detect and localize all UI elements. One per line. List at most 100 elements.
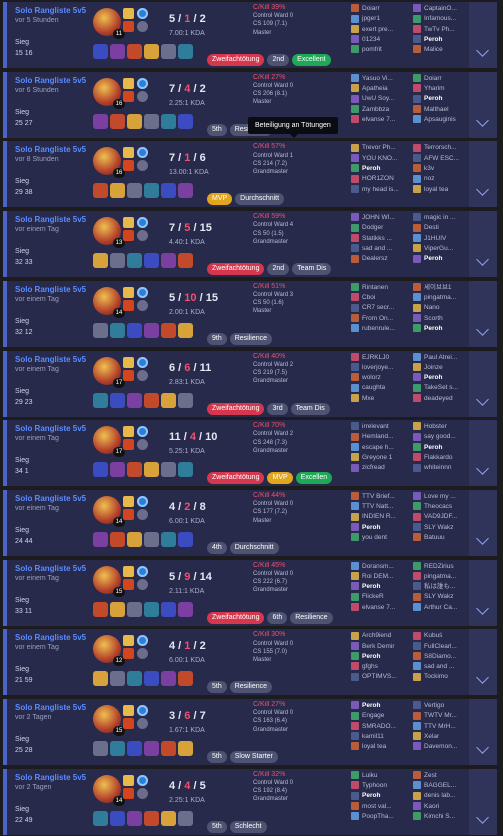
player-entry[interactable]: Doiarr (413, 73, 471, 84)
player-entry[interactable]: caughta (351, 383, 409, 393)
match-card[interactable]: Solo Rangliste 5v5 vor einem Tag Sieg 32 33… (3, 211, 497, 278)
expand-match-button[interactable] (469, 211, 497, 278)
player-entry[interactable]: Malthael (413, 104, 471, 115)
item-slot-icon[interactable] (110, 253, 125, 269)
item-slot-icon[interactable] (110, 601, 125, 617)
item-slot-icon[interactable] (161, 462, 176, 478)
item-slot-icon[interactable] (161, 392, 176, 408)
item-slot-icon[interactable] (144, 322, 159, 338)
player-entry[interactable]: Zest (413, 770, 471, 781)
player-entry[interactable]: pingatma... (413, 572, 471, 582)
match-card[interactable]: Solo Rangliste 5v5 vor einem Tag Sieg 32 12… (3, 280, 497, 347)
player-entry[interactable]: jpger1 (351, 14, 409, 24)
player-entry[interactable]: PoopTha... (351, 812, 409, 822)
player-entry[interactable]: Tockimo (413, 672, 471, 682)
player-entry[interactable]: Dodger (351, 223, 409, 233)
item-slot-icon[interactable] (178, 741, 193, 756)
match-card[interactable]: Solo Rangliste 5v5 vor einem Tag Sieg 29 23… (3, 350, 497, 417)
player-entry[interactable]: Engage (351, 711, 409, 721)
player-entry[interactable]: Paul Atrei... (413, 352, 471, 363)
player-entry[interactable]: Peroh (351, 652, 409, 662)
player-entry[interactable]: AFW ESC... (413, 153, 471, 164)
player-entry[interactable]: TakeSet s... (413, 383, 471, 393)
player-entry[interactable]: Davemon... (413, 742, 471, 752)
item-slot-icon[interactable] (178, 531, 193, 547)
item-slot-icon[interactable] (93, 392, 108, 408)
item-slot-icon[interactable] (93, 810, 108, 826)
player-entry[interactable]: Infamous... (413, 14, 471, 24)
item-slot-icon[interactable] (93, 531, 108, 547)
player-entry[interactable]: escape h... (351, 443, 409, 453)
player-entry[interactable]: BAGGEL... (413, 781, 471, 791)
player-entry[interactable]: Flakkardo (413, 453, 471, 463)
item-slot-icon[interactable] (144, 810, 159, 826)
item-slot-icon[interactable] (110, 810, 125, 826)
item-slot-icon[interactable] (127, 253, 142, 269)
player-entry[interactable]: whiteinnn (413, 463, 471, 473)
expand-match-button[interactable] (469, 350, 497, 417)
player-entry[interactable]: FullClearl... (413, 641, 471, 652)
item-slot-icon[interactable] (161, 44, 176, 59)
player-entry[interactable]: rubenrule... (351, 324, 409, 334)
player-entry[interactable]: Theocacs (413, 502, 471, 512)
item-slot-icon[interactable] (127, 601, 142, 617)
item-slot-icon[interactable] (178, 462, 193, 478)
player-entry[interactable]: Peroh (413, 324, 471, 334)
player-entry[interactable]: Rintanen (351, 283, 409, 293)
item-slot-icon[interactable] (93, 253, 108, 269)
item-slot-icon[interactable] (127, 322, 142, 338)
item-slot-icon[interactable] (127, 462, 142, 478)
player-entry[interactable]: denis lab... (413, 791, 471, 801)
player-entry[interactable]: loverjoye... (351, 363, 409, 373)
player-entry[interactable]: TTV MrH... (413, 721, 471, 732)
player-entry[interactable]: k3v (413, 164, 471, 174)
player-entry[interactable]: sad and ... (413, 662, 471, 672)
player-entry[interactable]: Peroh (351, 523, 409, 533)
player-entry[interactable]: HOR1ZON (351, 174, 409, 184)
item-slot-icon[interactable] (93, 601, 108, 617)
player-entry[interactable]: most val... (351, 801, 409, 812)
item-slot-icon[interactable] (178, 601, 193, 617)
expand-match-button[interactable] (469, 280, 497, 347)
player-entry[interactable]: Mxe (351, 393, 409, 404)
match-card[interactable]: Solo Rangliste 5v5 vor einem Tag Sieg 21 59… (3, 629, 497, 696)
item-slot-icon[interactable] (178, 183, 193, 199)
player-entry[interactable]: From On... (351, 313, 409, 324)
player-entry[interactable]: S8Diamo... (413, 652, 471, 662)
player-entry[interactable]: Yharim (413, 84, 471, 94)
player-entry[interactable]: sad and ... (351, 244, 409, 254)
item-slot-icon[interactable] (93, 741, 108, 756)
item-slot-icon[interactable] (93, 462, 108, 478)
player-entry[interactable]: Terrorsch... (413, 143, 471, 153)
item-slot-icon[interactable] (110, 113, 125, 129)
player-entry[interactable]: Kaori (413, 801, 471, 812)
player-entry[interactable]: Love my ... (413, 492, 471, 502)
item-slot-icon[interactable] (127, 671, 142, 687)
match-card[interactable]: Solo Rangliste 5v5 vor 2 Tagen Sieg 22 49 14… (3, 768, 497, 835)
player-entry[interactable]: Peroh (351, 164, 409, 174)
player-entry[interactable]: elvanse 7... (351, 115, 409, 125)
item-slot-icon[interactable] (161, 810, 176, 826)
item-slot-icon[interactable] (144, 671, 159, 687)
player-entry[interactable]: Desti (413, 223, 471, 233)
item-slot-icon[interactable] (161, 322, 176, 338)
match-card[interactable]: Solo Rangliste 5v5 vor 8 Stunden Sieg 29 38… (3, 141, 497, 208)
player-entry[interactable]: TTV Brief... (351, 492, 409, 502)
item-slot-icon[interactable] (144, 462, 159, 478)
player-entry[interactable]: Peroh (413, 373, 471, 383)
player-entry[interactable]: REDZirius (413, 561, 471, 572)
item-slot-icon[interactable] (110, 183, 125, 199)
item-slot-icon[interactable] (161, 601, 176, 617)
player-entry[interactable]: elvanse 7... (351, 603, 409, 613)
player-entry[interactable]: 私は誰も... (413, 582, 471, 592)
player-entry[interactable]: Peroh (351, 701, 409, 711)
player-entry[interactable]: CR7 secr... (351, 303, 409, 313)
player-entry[interactable]: Peroh (413, 254, 471, 264)
player-entry[interactable]: VAD9JDF... (413, 512, 471, 522)
item-slot-icon[interactable] (127, 531, 142, 547)
player-entry[interactable]: exert pre... (351, 24, 409, 35)
player-entry[interactable]: kamil11 (351, 732, 409, 742)
player-entry[interactable]: Xelar (413, 732, 471, 742)
player-entry[interactable]: Batuuu (413, 533, 471, 543)
item-slot-icon[interactable] (178, 253, 193, 269)
